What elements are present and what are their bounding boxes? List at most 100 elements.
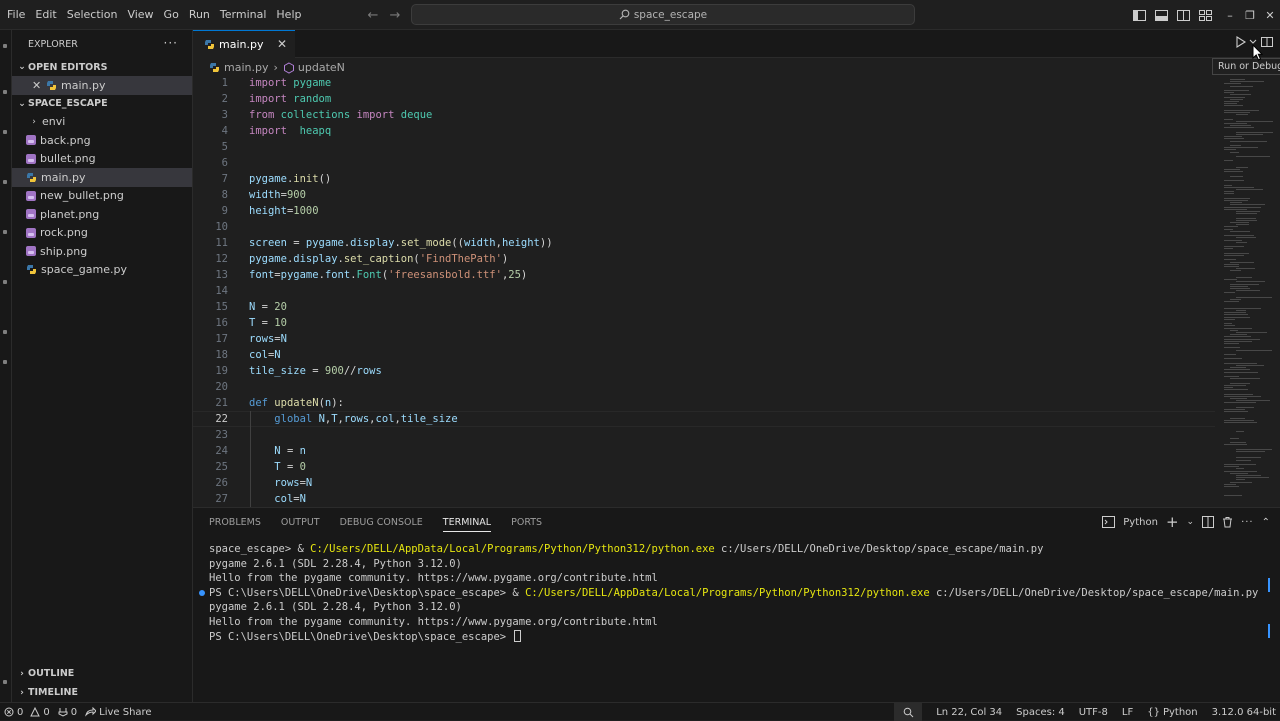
trash-icon[interactable] [1222, 516, 1233, 528]
live-share-activity-icon[interactable] [3, 360, 7, 364]
timeline-title: TIMELINE [28, 687, 78, 698]
code-token: N [299, 493, 306, 505]
cursor-position[interactable]: Ln 22, Col 34 [936, 707, 1002, 718]
file-tree-item[interactable]: rock.png [12, 224, 192, 243]
problems-status[interactable]: 0 0 [4, 707, 50, 718]
toggle-panel-icon[interactable] [1150, 6, 1172, 24]
run-python-file-icon[interactable] [1234, 35, 1248, 49]
more-actions-icon[interactable]: ··· [164, 36, 178, 50]
file-tree-item[interactable]: new_bullet.png [12, 187, 192, 206]
more-actions-icon[interactable]: ··· [1241, 517, 1254, 528]
minimap[interactable] [1215, 77, 1280, 507]
timeline-header[interactable]: › TIMELINE [12, 683, 193, 702]
code-line: 27 col=N [193, 491, 1215, 507]
minimap-line [1224, 206, 1261, 208]
mouse-cursor-icon [1252, 44, 1264, 61]
extensions-activity-icon[interactable] [3, 230, 7, 234]
menu-help[interactable]: Help [271, 0, 306, 30]
line-number: 18 [215, 349, 228, 361]
minimap-line [1224, 444, 1247, 446]
minimap-line [1224, 105, 1243, 107]
file-tree-item[interactable]: bullet.png [12, 150, 192, 169]
menu-terminal[interactable]: Terminal [215, 0, 272, 30]
indentation-status[interactable]: Spaces: 4 [1016, 707, 1065, 718]
encoding-status[interactable]: UTF-8 [1079, 707, 1108, 718]
zoom-status[interactable] [894, 703, 923, 721]
tab-main-py[interactable]: main.py ✕ [193, 30, 295, 58]
language-mode-status[interactable]: {} Python [1147, 707, 1197, 718]
menu-edit[interactable]: Edit [30, 0, 61, 30]
line-number: 17 [215, 333, 228, 345]
minimap-line [1236, 459, 1251, 461]
minimap-line [1236, 450, 1266, 452]
menu-selection[interactable]: Selection [62, 0, 123, 30]
panel-tab-problems[interactable]: PROBLEMS [209, 517, 261, 528]
open-editor-item[interactable]: ✕ main.py [12, 76, 192, 95]
file-tree-item[interactable]: main.py [12, 168, 192, 187]
customize-layout-icon[interactable] [1194, 6, 1216, 24]
interpreter-status[interactable]: 3.12.0 64-bit [1212, 707, 1276, 718]
file-tree-item[interactable]: planet.png [12, 205, 192, 224]
line-number: 19 [215, 365, 228, 377]
open-editors-header[interactable]: ⌄ OPEN EDITORS [12, 58, 192, 76]
eol-status[interactable]: LF [1122, 707, 1133, 718]
line-number: 2 [221, 93, 228, 105]
source-control-activity-icon[interactable] [3, 130, 7, 134]
outline-header[interactable]: › OUTLINE [12, 664, 193, 683]
new-terminal-icon[interactable]: + [1166, 513, 1179, 531]
menu-view[interactable]: View [122, 0, 158, 30]
file-tree-item[interactable]: back.png [12, 131, 192, 150]
minimize-icon[interactable]: – [1220, 0, 1240, 30]
close-window-icon[interactable]: ✕ [1260, 0, 1280, 30]
explorer-activity-icon[interactable] [3, 44, 7, 48]
ports-status[interactable]: 0 [58, 707, 77, 718]
terminal-text: c:/Users/DELL/OneDrive/Desktop/space_esc… [714, 543, 1044, 555]
command-center-search[interactable]: space_escape [411, 4, 915, 25]
split-terminal-icon[interactable] [1202, 516, 1215, 528]
file-tree-item[interactable]: ship.png [12, 242, 192, 261]
panel-tab-debug-console[interactable]: DEBUG CONSOLE [340, 517, 423, 528]
menu-go[interactable]: Go [159, 0, 184, 30]
panel-tab-terminal[interactable]: TERMINAL [442, 517, 492, 532]
minimap-line [1224, 96, 1245, 98]
terminal-shell-label[interactable]: Python [1123, 517, 1158, 528]
toggle-secondary-sidebar-icon[interactable] [1172, 6, 1194, 24]
panel-tab-output[interactable]: OUTPUT [281, 517, 320, 528]
minimap-line [1224, 387, 1233, 388]
code-editor[interactable]: 1 import pygame 2 import random 3 from collec… [193, 77, 1215, 507]
maximize-panel-icon[interactable]: ⌃ [1262, 517, 1270, 528]
line-number: 24 [215, 445, 228, 457]
file-name: ship.png [40, 244, 88, 258]
file-tree-item[interactable]: space_game.py [12, 261, 192, 280]
minimap-line [1224, 169, 1241, 171]
code-line: 3 from collections import deque [193, 107, 1215, 123]
back-arrow-icon[interactable]: ← [362, 6, 384, 24]
close-editor-icon[interactable]: ✕ [32, 79, 46, 92]
accounts-activity-icon[interactable] [3, 680, 7, 684]
live-share-status[interactable]: Live Share [85, 707, 152, 718]
breadcrumb-symbol[interactable]: updateN [298, 61, 345, 74]
run-debug-activity-icon[interactable] [3, 180, 7, 184]
forward-arrow-icon[interactable]: → [384, 6, 406, 24]
panel-tab-ports[interactable]: PORTS [511, 517, 542, 528]
terminal-dropdown-chevron-icon[interactable]: ⌄ [1187, 517, 1195, 527]
folder-header[interactable]: ⌄ SPACE_ESCAPE [12, 95, 192, 113]
close-tab-icon[interactable]: ✕ [277, 37, 287, 51]
menu-file[interactable]: File [2, 0, 30, 30]
remote-activity-icon[interactable] [3, 280, 7, 284]
code-line: 5 [193, 139, 1215, 155]
terminal-output[interactable]: space_escape> & C:/Users/DELL/AppData/Lo… [199, 542, 1269, 644]
file-tree-item[interactable]: › envi [12, 113, 192, 132]
minimap-line [1236, 120, 1273, 122]
menu-run[interactable]: Run [184, 0, 215, 30]
line-number: 20 [215, 381, 228, 393]
restore-icon[interactable]: ❐ [1240, 0, 1260, 30]
breadcrumb-file[interactable]: main.py [224, 61, 268, 74]
search-activity-icon[interactable] [3, 90, 7, 94]
testing-activity-icon[interactable] [3, 330, 7, 334]
line-number: 6 [221, 157, 228, 169]
command-status-dot-icon[interactable] [199, 589, 205, 596]
toggle-primary-sidebar-icon[interactable] [1128, 6, 1150, 24]
